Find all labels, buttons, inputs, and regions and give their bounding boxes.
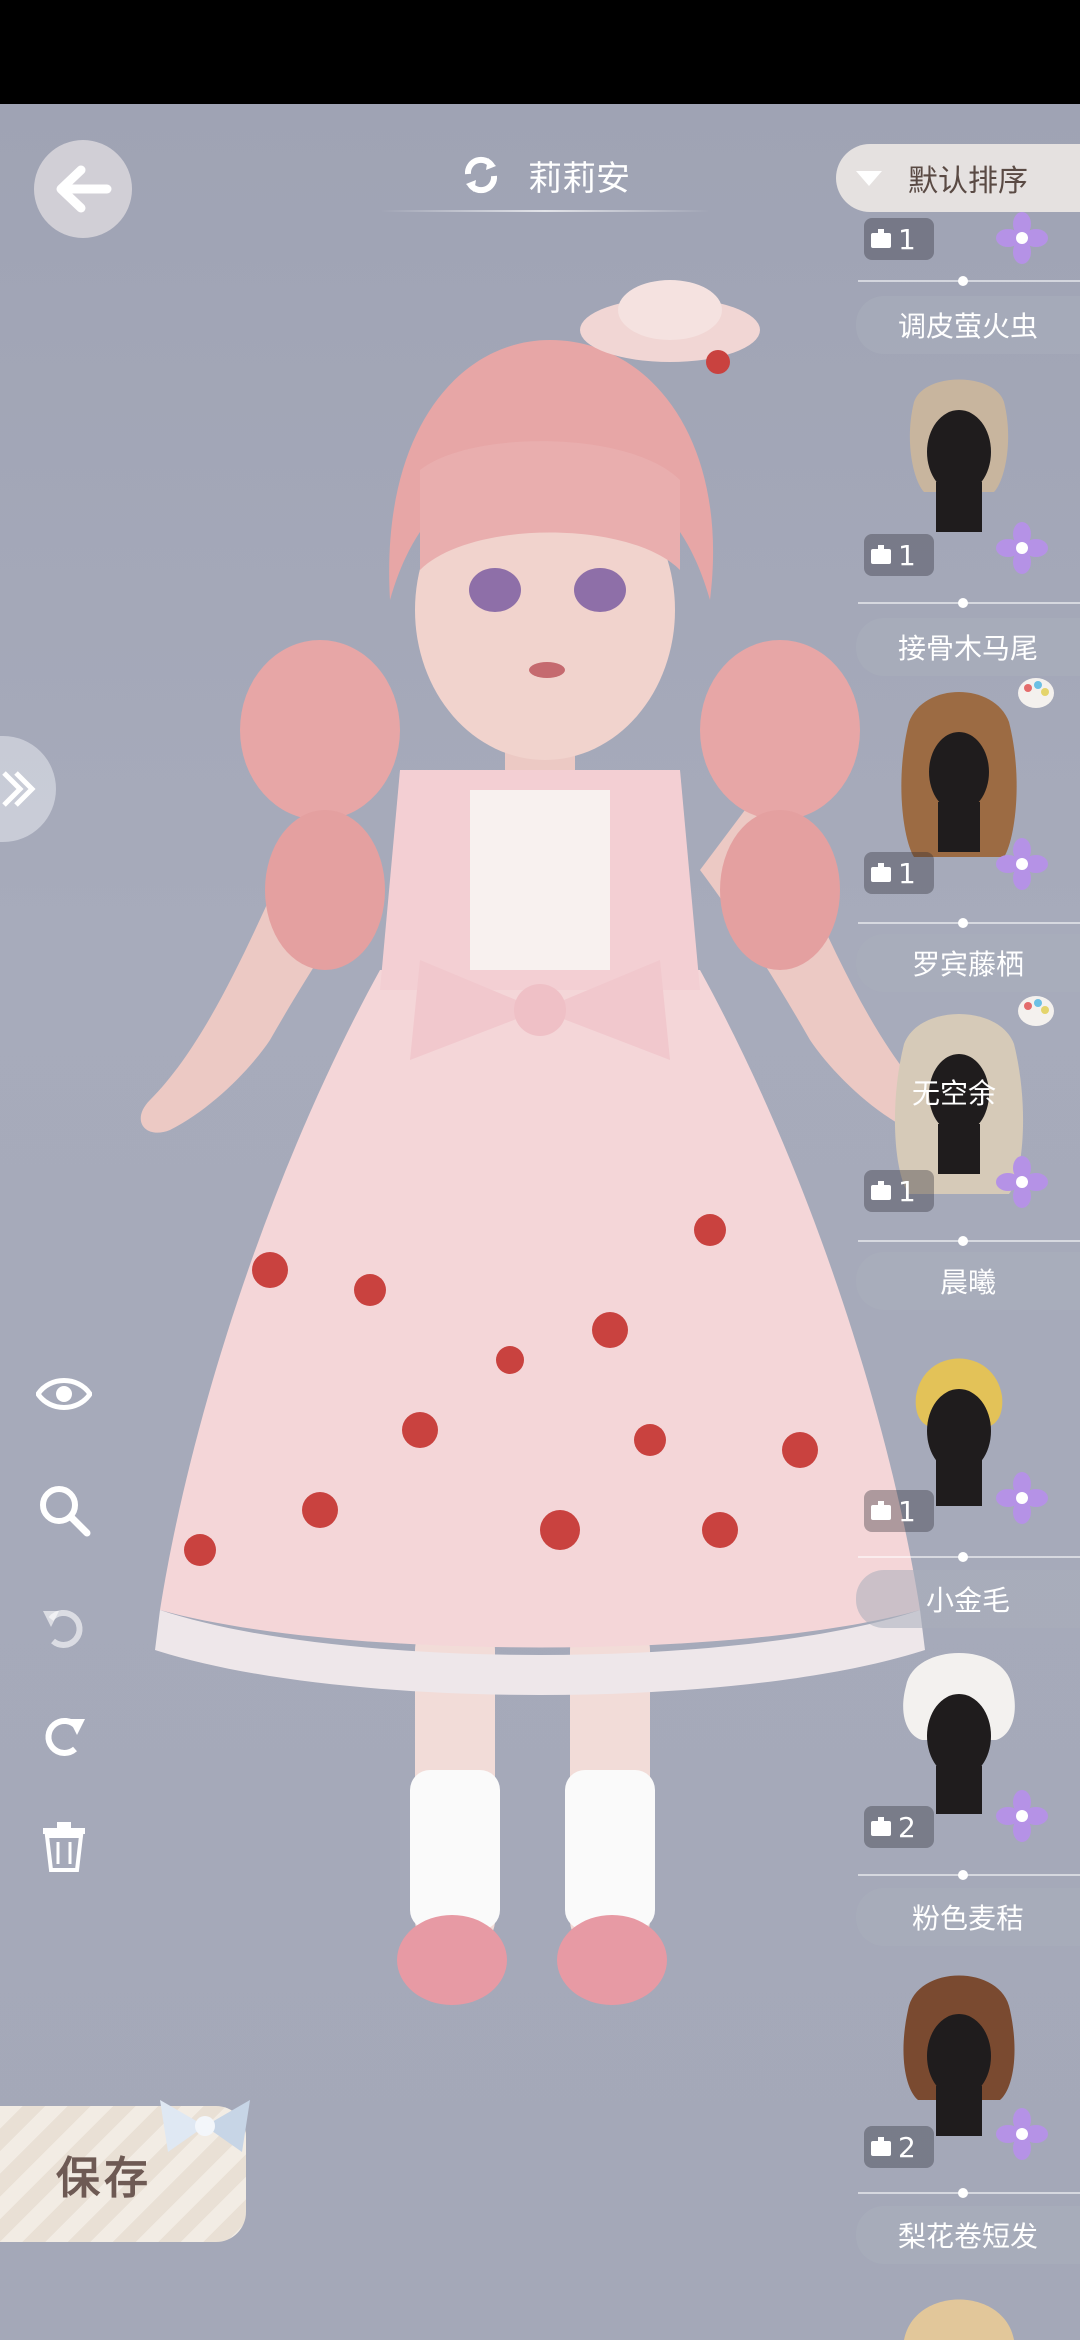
undo-button[interactable] (34, 1596, 94, 1656)
zoom-button[interactable] (34, 1480, 94, 1540)
hair-item-label[interactable]: 接骨木马尾 (856, 618, 1080, 676)
chevron-right-icon (2, 771, 36, 807)
flower-rarity-icon (996, 1790, 1048, 1842)
flower-rarity-icon (996, 838, 1048, 890)
hanger-icon (871, 545, 891, 564)
triangle-down-icon (856, 171, 882, 186)
title-underline (380, 210, 710, 212)
character-switch[interactable]: 莉莉安 (380, 142, 710, 212)
status-bar (0, 0, 1080, 104)
hanger-icon (871, 1817, 891, 1836)
undo-icon (43, 1609, 83, 1648)
character-model (140, 280, 940, 2005)
sort-dropdown[interactable]: 默认排序 (836, 144, 1080, 212)
flower-rarity-icon (996, 1156, 1048, 1208)
save-label: 保存 (56, 2153, 152, 2204)
redo-button[interactable] (34, 1704, 94, 1764)
list-divider (858, 918, 1080, 928)
flower-rarity-icon (996, 212, 1048, 264)
item-count-badge: 2 (864, 1806, 934, 1848)
hair-item-label[interactable]: 梨花卷短发 (856, 2206, 1080, 2264)
hanger-icon (871, 1181, 891, 1200)
hair-item-label[interactable]: 小金毛 (856, 1570, 1080, 1628)
hair-item-label[interactable]: 晨曦 (856, 1252, 1080, 1310)
trash-icon (43, 1822, 85, 1872)
flower-rarity-icon (996, 522, 1048, 574)
list-divider (858, 598, 1080, 608)
sort-label: 默认排序 (908, 164, 1028, 199)
list-divider (858, 2188, 1080, 2198)
overlay-tag: 无空余 (912, 1077, 997, 1110)
list-divider (858, 276, 1080, 286)
list-divider (858, 1870, 1080, 1880)
hair-item-label[interactable]: 罗宾藤栖 (856, 934, 1080, 992)
item-count-badge: 1 (864, 1490, 934, 1532)
hair-thumbnail[interactable] (884, 2276, 1034, 2340)
zoom-icon (40, 1486, 91, 1537)
arrow-left-icon (56, 165, 112, 213)
hanger-icon (871, 2137, 891, 2156)
item-count-badge: 1 (864, 534, 934, 576)
item-count-badge: 2 (864, 2126, 934, 2168)
hanger-icon (871, 1501, 891, 1520)
item-count-badge: 1 (864, 1170, 934, 1212)
hanger-icon (871, 229, 891, 248)
flower-rarity-icon (996, 2108, 1048, 2160)
flower-rarity-icon (996, 1472, 1048, 1524)
item-count-badge: 1 (864, 218, 934, 260)
refresh-icon (464, 156, 498, 194)
item-count-badge: 1 (864, 852, 934, 894)
delete-button[interactable] (34, 1816, 94, 1876)
eye-icon (36, 1378, 92, 1410)
hanger-icon (871, 863, 891, 882)
visibility-button[interactable] (34, 1364, 94, 1424)
back-button[interactable] (34, 140, 132, 238)
redo-icon (45, 1717, 85, 1756)
hair-item-label[interactable]: 调皮萤火虫 (856, 296, 1080, 354)
list-divider (858, 1552, 1080, 1562)
page-title: 莉莉安 (528, 158, 630, 199)
list-divider (858, 1236, 1080, 1246)
bow-decoration-icon (160, 2100, 250, 2152)
side-panel-toggle[interactable] (0, 736, 56, 842)
hair-item-label[interactable]: 粉色麦秸 (856, 1888, 1080, 1946)
